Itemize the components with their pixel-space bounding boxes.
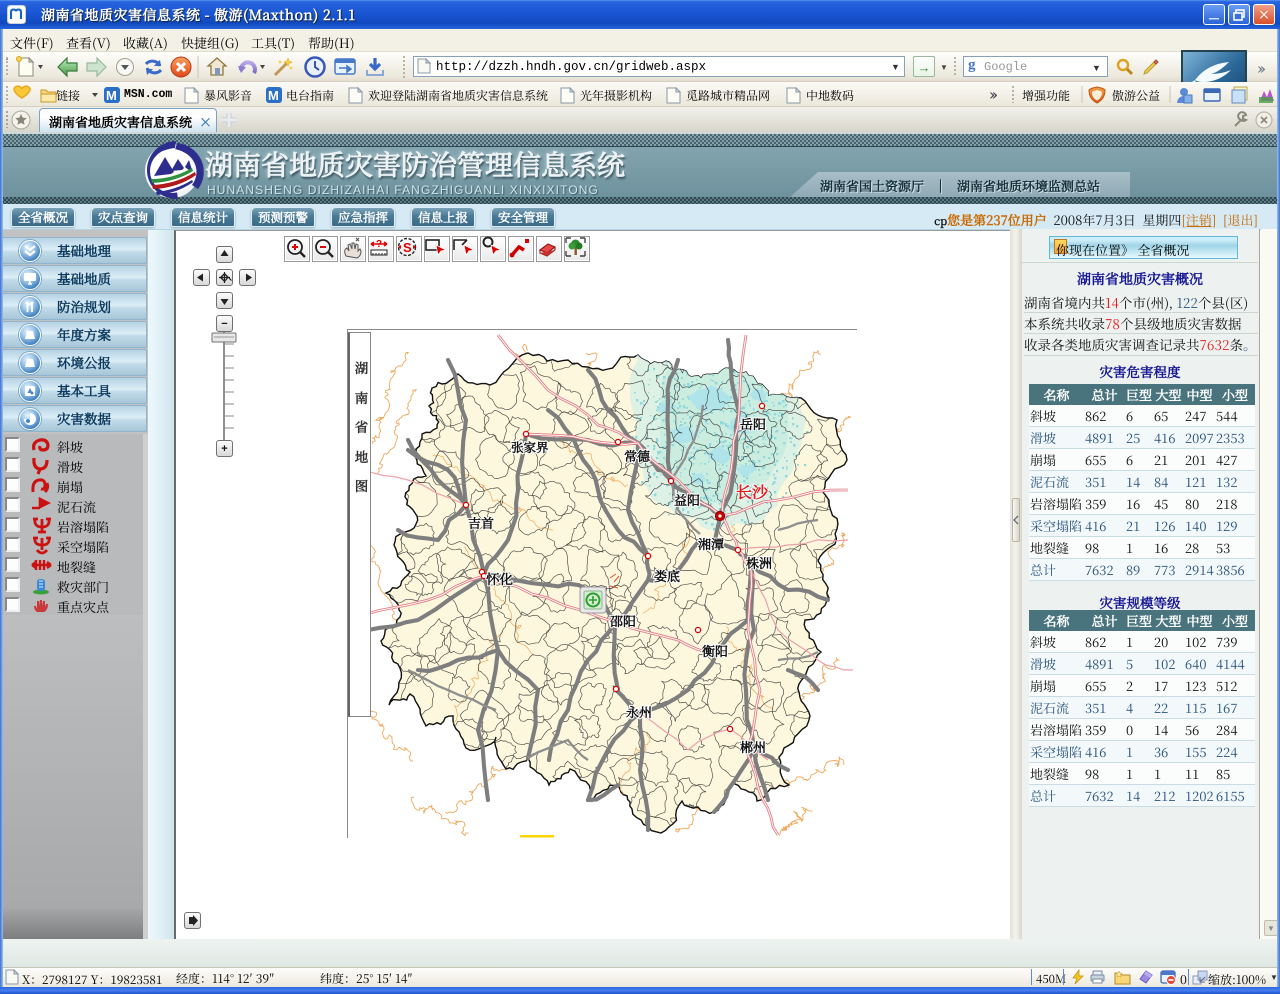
- svg-text:株洲: 株洲: [745, 553, 772, 572]
- svg-text:怀化: 怀化: [485, 568, 514, 588]
- svg-text:衡阳: 衡阳: [702, 641, 728, 660]
- svg-text:常德: 常德: [624, 446, 651, 465]
- svg-text:永州: 永州: [626, 702, 652, 721]
- svg-text:?: ?: [376, 239, 382, 250]
- svg-text:湘潭: 湘潭: [698, 534, 724, 553]
- svg-text:益阳: 益阳: [674, 490, 700, 509]
- svg-text:S: S: [403, 240, 412, 255]
- svg-text:郴州: 郴州: [740, 737, 766, 756]
- svg-text:岳阳: 岳阳: [740, 414, 766, 433]
- svg-text:娄底: 娄底: [654, 566, 680, 585]
- svg-text:邵阳: 邵阳: [610, 611, 636, 630]
- svg-text:长沙: 长沙: [736, 480, 769, 503]
- svg-text:M: M: [106, 88, 117, 103]
- svg-text:吉首: 吉首: [468, 513, 494, 532]
- svg-text:M: M: [268, 88, 279, 103]
- svg-text:张家界: 张家界: [511, 438, 549, 456]
